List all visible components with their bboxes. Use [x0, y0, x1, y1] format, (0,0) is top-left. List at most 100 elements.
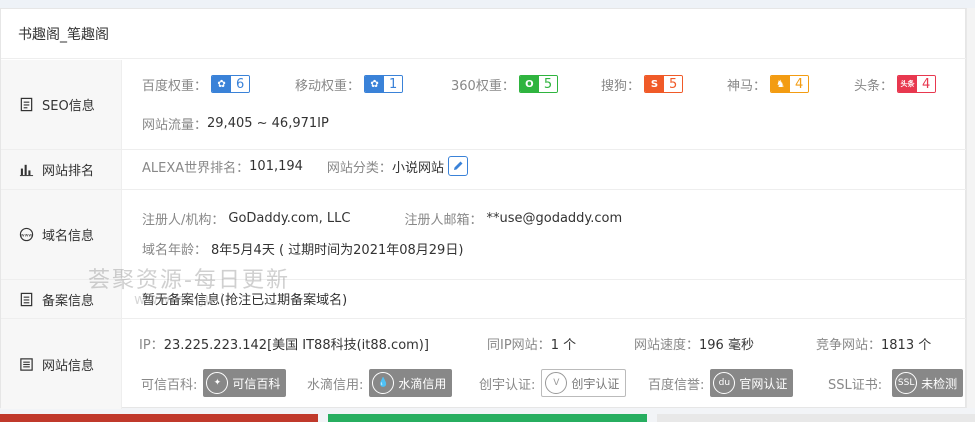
rank-360[interactable]: 360权重： O 5: [451, 74, 559, 94]
edit-icon[interactable]: [447, 156, 468, 176]
category-label: 网站分类：: [326, 160, 392, 176]
site-title: 书趣阁_笔趣阁: [1, 9, 967, 59]
cert-shuidi: 水滴信用: 💧 水滴信用: [307, 368, 453, 398]
site-info-card: 书趣阁_笔趣阁 SEO信息 百度权重： ✿ 6 移动权重： ✿ 1 360权重：…: [0, 8, 967, 409]
registrant-line: 注册人/机构： GoDaddy.com, LLC 注册人邮箱： **use@go…: [142, 208, 957, 228]
svg-text:www: www: [21, 233, 33, 238]
traffic-value: 29,405 ~ 46,971IP: [207, 115, 329, 131]
cert-kexin-label: 可信百科:: [141, 377, 198, 393]
competitor-value[interactable]: 1813 个: [881, 334, 931, 353]
ranking-label: 网站排名: [42, 164, 95, 179]
registrant-value[interactable]: GoDaddy.com, LLC: [228, 211, 350, 226]
site-info-label-cell: 网站信息: [1, 319, 122, 409]
toutiao-rank-label: 头条：: [854, 78, 894, 94]
ssl-shield-icon: SSL: [895, 372, 918, 394]
seo-row: SEO信息 百度权重： ✿ 6 移动权重： ✿ 1 360权重： O 5 搜狗：…: [1, 60, 967, 150]
speed-label: 网站速度：: [634, 337, 700, 353]
shenma-rank-value: 4: [790, 76, 809, 92]
www-globe-icon: www: [19, 227, 34, 242]
toutiao-rank-value: 4: [917, 76, 936, 92]
record-label-cell: 备案信息: [1, 280, 122, 318]
seo-label: SEO信息: [42, 99, 95, 114]
traffic-line: 网站流量： 29,405 ~ 46,971IP: [142, 113, 957, 133]
cert-baidu-label: 百度信誉:: [648, 377, 705, 393]
shenma-rank-badge[interactable]: ♞ 4: [770, 75, 810, 93]
cert-baidu: 百度信誉: du 官网认证: [648, 368, 794, 398]
same-ip-info: 同IP网站： 1 个: [487, 333, 576, 353]
alexa-value[interactable]: 101,194: [249, 159, 303, 174]
sogou-rank[interactable]: 搜狗： S 5: [601, 74, 684, 94]
cert-ssl-text: 未检测: [921, 376, 958, 391]
baidu-rank[interactable]: 百度权重： ✿ 6: [142, 74, 251, 94]
top-bar: [0, 0, 975, 8]
shenma-horse-icon: ♞: [771, 76, 791, 92]
cert-chuangyu-text: 创宇认证: [571, 376, 620, 391]
mobile-rank-label: 移动权重：: [295, 78, 361, 94]
cert-chuangyu-label: 创宇认证:: [479, 377, 536, 393]
same-ip-value[interactable]: 1 个: [551, 334, 576, 353]
category-value[interactable]: 小说网站: [392, 157, 444, 176]
toutiao-icon: 头条: [898, 76, 918, 92]
domain-label-cell: www 域名信息: [1, 190, 122, 279]
alexa-label: ALEXA世界排名：: [142, 160, 250, 176]
ip-value[interactable]: 23.225.223.142[美国 IT88科技(it88.com)]: [164, 334, 429, 353]
rank-360-badge[interactable]: O 5: [518, 75, 559, 93]
cert-chuangyu: 创宇认证: V 创宇认证: [479, 368, 627, 398]
ranking-row: 网站排名 ALEXA世界排名： 101,194 网站分类： 小说网站: [1, 150, 967, 190]
competitor-info: 竞争网站： 1813 个: [816, 333, 931, 353]
record-label: 备案信息: [42, 293, 95, 309]
toutiao-rank-badge[interactable]: 头条 4: [897, 75, 937, 93]
cert-baidu-badge[interactable]: du 官网认证: [710, 369, 794, 397]
shenma-rank[interactable]: 神马： ♞ 4: [727, 74, 810, 94]
water-drop-icon: 💧: [372, 372, 395, 394]
competitor-label: 竞争网站：: [816, 337, 882, 353]
email-label: 注册人邮箱：: [404, 212, 483, 228]
sogou-icon: S: [645, 76, 665, 92]
same-ip-label: 同IP网站：: [487, 337, 551, 353]
cert-baidu-text: 官网认证: [739, 376, 788, 391]
ip-label: IP：: [139, 337, 164, 353]
cert-ssl: SSL证书: SSL 未检测: [828, 368, 964, 398]
cert-chuangyu-badge[interactable]: V 创宇认证: [541, 369, 627, 397]
mobile-rank-value: 1: [384, 76, 403, 92]
speed-info: 网站速度： 196 毫秒: [634, 333, 754, 353]
list-icon: [20, 357, 33, 371]
mobile-rank[interactable]: 移动权重： ✿ 1: [295, 74, 404, 94]
so360-icon: O: [519, 76, 539, 92]
domain-label: 域名信息: [42, 229, 95, 244]
cert-kexin-text: 可信百科: [232, 376, 281, 391]
cert-shuidi-badge[interactable]: 💧 水滴信用: [369, 369, 453, 397]
sogou-rank-badge[interactable]: S 5: [644, 75, 684, 93]
cert-ssl-badge[interactable]: SSL 未检测: [892, 369, 964, 397]
rank-360-value: 5: [538, 76, 558, 92]
site-info-row: 网站信息 IP： 23.225.223.142[美国 IT88科技(it88.c…: [1, 319, 967, 409]
sogou-rank-label: 搜狗：: [601, 78, 641, 94]
ip-info: IP： 23.225.223.142[美国 IT88科技(it88.com)]: [139, 333, 429, 353]
speed-value: 196 毫秒: [699, 337, 754, 353]
bottom-strip-red: [0, 414, 319, 422]
scrollbar[interactable]: [966, 8, 975, 408]
kexin-seal-icon: ✦: [206, 372, 229, 394]
bottom-strip-gray: [656, 414, 975, 422]
sogou-rank-value: 5: [664, 76, 683, 92]
cert-kexin-badge[interactable]: ✦ 可信百科: [203, 369, 287, 397]
mobile-rank-badge[interactable]: ✿ 1: [364, 75, 404, 93]
ranking-line: ALEXA世界排名： 101,194 网站分类： 小说网站: [142, 156, 957, 176]
cert-shuidi-label: 水滴信用:: [307, 377, 364, 393]
record-row: 备案信息 暂无备案信息(抢注已过期备案域名): [1, 280, 967, 319]
toutiao-rank[interactable]: 头条： 头条 4: [854, 74, 937, 94]
traffic-label: 网站流量：: [142, 117, 208, 133]
bottom-strip: [0, 414, 975, 422]
rank-360-label: 360权重：: [451, 78, 515, 94]
baidu-rank-badge[interactable]: ✿ 6: [211, 75, 251, 93]
domain-age-label: 域名年龄：: [142, 242, 208, 258]
cert-shuidi-text: 水滴信用: [398, 376, 447, 391]
baidu-rank-label: 百度权重：: [142, 78, 208, 94]
domain-age-value: 8年5月4天 ( 过期时间为2021年08月29日): [211, 242, 464, 258]
record-line: 暂无备案信息(抢注已过期备案域名): [142, 288, 957, 308]
record-document-icon: [20, 292, 33, 306]
registrant-label: 注册人/机构：: [142, 212, 225, 228]
chuangyu-v-icon: V: [545, 372, 568, 394]
email-value[interactable]: **use@godaddy.com: [486, 211, 622, 226]
domain-age-line: 域名年龄： 8年5月4天 ( 过期时间为2021年08月29日): [142, 238, 957, 258]
